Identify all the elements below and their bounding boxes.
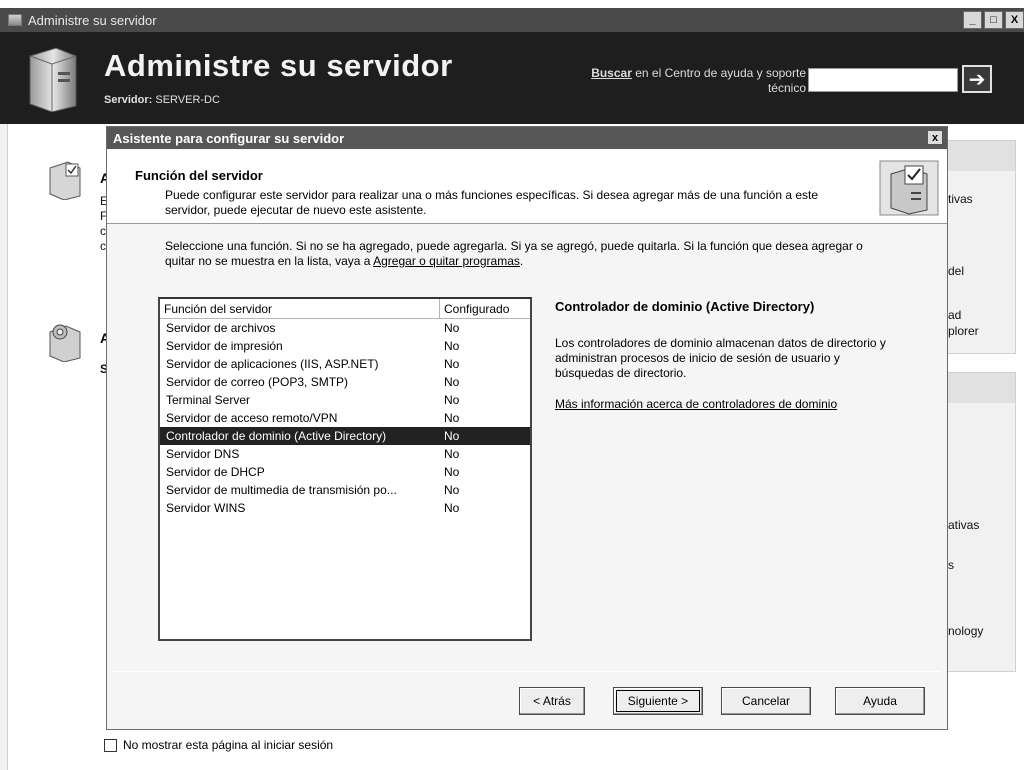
column-header-role[interactable]: Función del servidor — [160, 299, 440, 318]
dialog-close-button[interactable]: x — [927, 130, 943, 145]
bg-fragment: s — [948, 558, 954, 572]
table-row[interactable]: Servidor WINS No — [160, 499, 530, 517]
bg-fragment: ativas — [948, 518, 980, 532]
divider — [113, 671, 941, 672]
role-configured: No — [444, 339, 460, 353]
bg-fragment: nology — [948, 624, 984, 638]
close-window-button[interactable]: X — [1005, 11, 1024, 29]
help-button[interactable]: Ayuda — [835, 687, 925, 715]
search-description: en el Centro de ayuda y soporte técnico — [631, 66, 806, 95]
server-role-icon — [49, 324, 81, 362]
details-text: Los controladores de dominio almacenan d… — [555, 336, 886, 380]
role-name: Servidor de archivos — [166, 321, 276, 335]
instructions: Seleccione una función. Si no se ha agre… — [165, 239, 895, 269]
dont-show-option[interactable]: No mostrar esta página al iniciar sesión — [104, 738, 333, 752]
bg-fragment: del — [948, 264, 965, 278]
table-row[interactable]: Servidor DNS No — [160, 445, 530, 463]
role-name: Servidor de aplicaciones (IIS, ASP.NET) — [166, 357, 379, 371]
bg-fragment: tivas — [948, 192, 973, 206]
cancel-button[interactable]: Cancelar — [721, 687, 811, 715]
dont-show-label: No mostrar esta página al iniciar sesión — [123, 738, 334, 752]
dialog-title-bar[interactable]: Asistente para configurar su servidor x — [107, 127, 947, 149]
role-configured: No — [444, 321, 460, 335]
role-name: Controlador de dominio (Active Directory… — [166, 429, 387, 443]
next-button[interactable]: Siguiente > — [613, 687, 703, 715]
instructions-end: . — [519, 254, 524, 268]
server-checklist-icon — [879, 160, 939, 216]
window-title-bar[interactable]: Administre su servidor _ □ X — [0, 8, 1024, 32]
role-name: Servidor de impresión — [166, 339, 283, 353]
bg-fragment: plorer — [948, 324, 979, 338]
window-controls: _ □ X — [963, 11, 1024, 29]
role-configured: No — [444, 501, 460, 515]
wizard-step-title: Función del servidor — [135, 168, 263, 183]
more-info-link[interactable]: Más información acerca de controladores … — [555, 397, 895, 412]
wizard-step-description: Puede configurar este servidor para real… — [165, 188, 819, 217]
role-configured: No — [444, 429, 460, 443]
role-configured: No — [444, 357, 460, 371]
page-title: Administre su servidor — [104, 48, 453, 83]
role-name: Servidor DNS — [166, 447, 240, 461]
add-remove-programs-link[interactable]: Agregar o quitar programas — [373, 254, 520, 268]
role-name: Servidor de correo (POP3, SMTP) — [166, 375, 349, 389]
role-configured: No — [444, 447, 460, 461]
role-name: Servidor de acceso remoto/VPN — [166, 411, 338, 425]
banner: Administre su servidor Servidor: SERVER-… — [0, 32, 1024, 124]
window-title: Administre su servidor — [28, 12, 157, 28]
role-rows: Servidor de archivos No Servidor de impres… — [160, 319, 530, 517]
role-configured: No — [444, 465, 460, 479]
server-role-list[interactable]: Función del servidor Configurado Servido… — [158, 297, 532, 641]
search-link[interactable]: Buscar — [591, 66, 632, 80]
minimize-button[interactable]: _ — [963, 11, 982, 29]
role-name: Servidor de DHCP — [166, 465, 265, 479]
role-configured: No — [444, 411, 460, 425]
left-frame — [0, 124, 8, 770]
table-row[interactable]: Servidor de correo (POP3, SMTP) No — [160, 373, 530, 391]
server-name: SERVER-DC — [155, 94, 220, 106]
right-panel-header — [947, 141, 1015, 171]
dialog-title: Asistente para configurar su servidor — [113, 130, 345, 146]
arrow-right-icon: ➔ — [968, 68, 986, 91]
configure-server-wizard: Asistente para configurar su servidor x … — [106, 126, 948, 730]
table-row[interactable]: Servidor de DHCP No — [160, 463, 530, 481]
search-input[interactable] — [808, 68, 958, 92]
back-button[interactable]: < Atrás — [519, 687, 585, 715]
role-configured: No — [444, 375, 460, 389]
role-configured: No — [444, 393, 460, 407]
table-row[interactable]: Servidor de aplicaciones (IIS, ASP.NET) N… — [160, 355, 530, 373]
role-name: Terminal Server — [166, 393, 251, 407]
server-label: Servidor: — [104, 94, 153, 106]
table-row[interactable]: Servidor de impresión No — [160, 337, 530, 355]
server-icon — [29, 47, 77, 112]
table-row[interactable]: Servidor de multimedia de transmisión po… — [160, 481, 530, 499]
right-panel-header — [947, 373, 1015, 403]
search-go-button[interactable]: ➔ — [962, 65, 992, 93]
dont-show-checkbox[interactable] — [104, 738, 117, 752]
role-configured: No — [444, 483, 460, 497]
details-title: Controlador de dominio (Active Directory… — [555, 299, 815, 314]
role-name: Servidor de multimedia de transmisión po… — [166, 483, 397, 497]
app-icon — [8, 14, 22, 26]
table-row[interactable]: Servidor de acceso remoto/VPN No — [160, 409, 530, 427]
table-row[interactable]: Controlador de dominio (Active Directory… — [160, 427, 530, 445]
list-header: Función del servidor Configurado — [160, 299, 530, 319]
table-row[interactable]: Terminal Server No — [160, 391, 530, 409]
table-row[interactable]: Servidor de archivos No — [160, 319, 530, 337]
role-details: Controlador de dominio (Active Directory… — [555, 299, 895, 412]
maximize-button[interactable]: □ — [984, 11, 1003, 29]
search-help-text: Buscar en el Centro de ayuda y soporte t… — [566, 66, 806, 96]
bg-fragment: ad — [948, 308, 962, 322]
server-info: Servidor: SERVER-DC — [104, 94, 220, 106]
wizard-header: Función del servidor Puede configurar es… — [107, 150, 947, 224]
column-header-configured[interactable]: Configurado — [440, 299, 530, 318]
role-name: Servidor WINS — [166, 501, 246, 515]
file-server-icon — [49, 161, 81, 200]
